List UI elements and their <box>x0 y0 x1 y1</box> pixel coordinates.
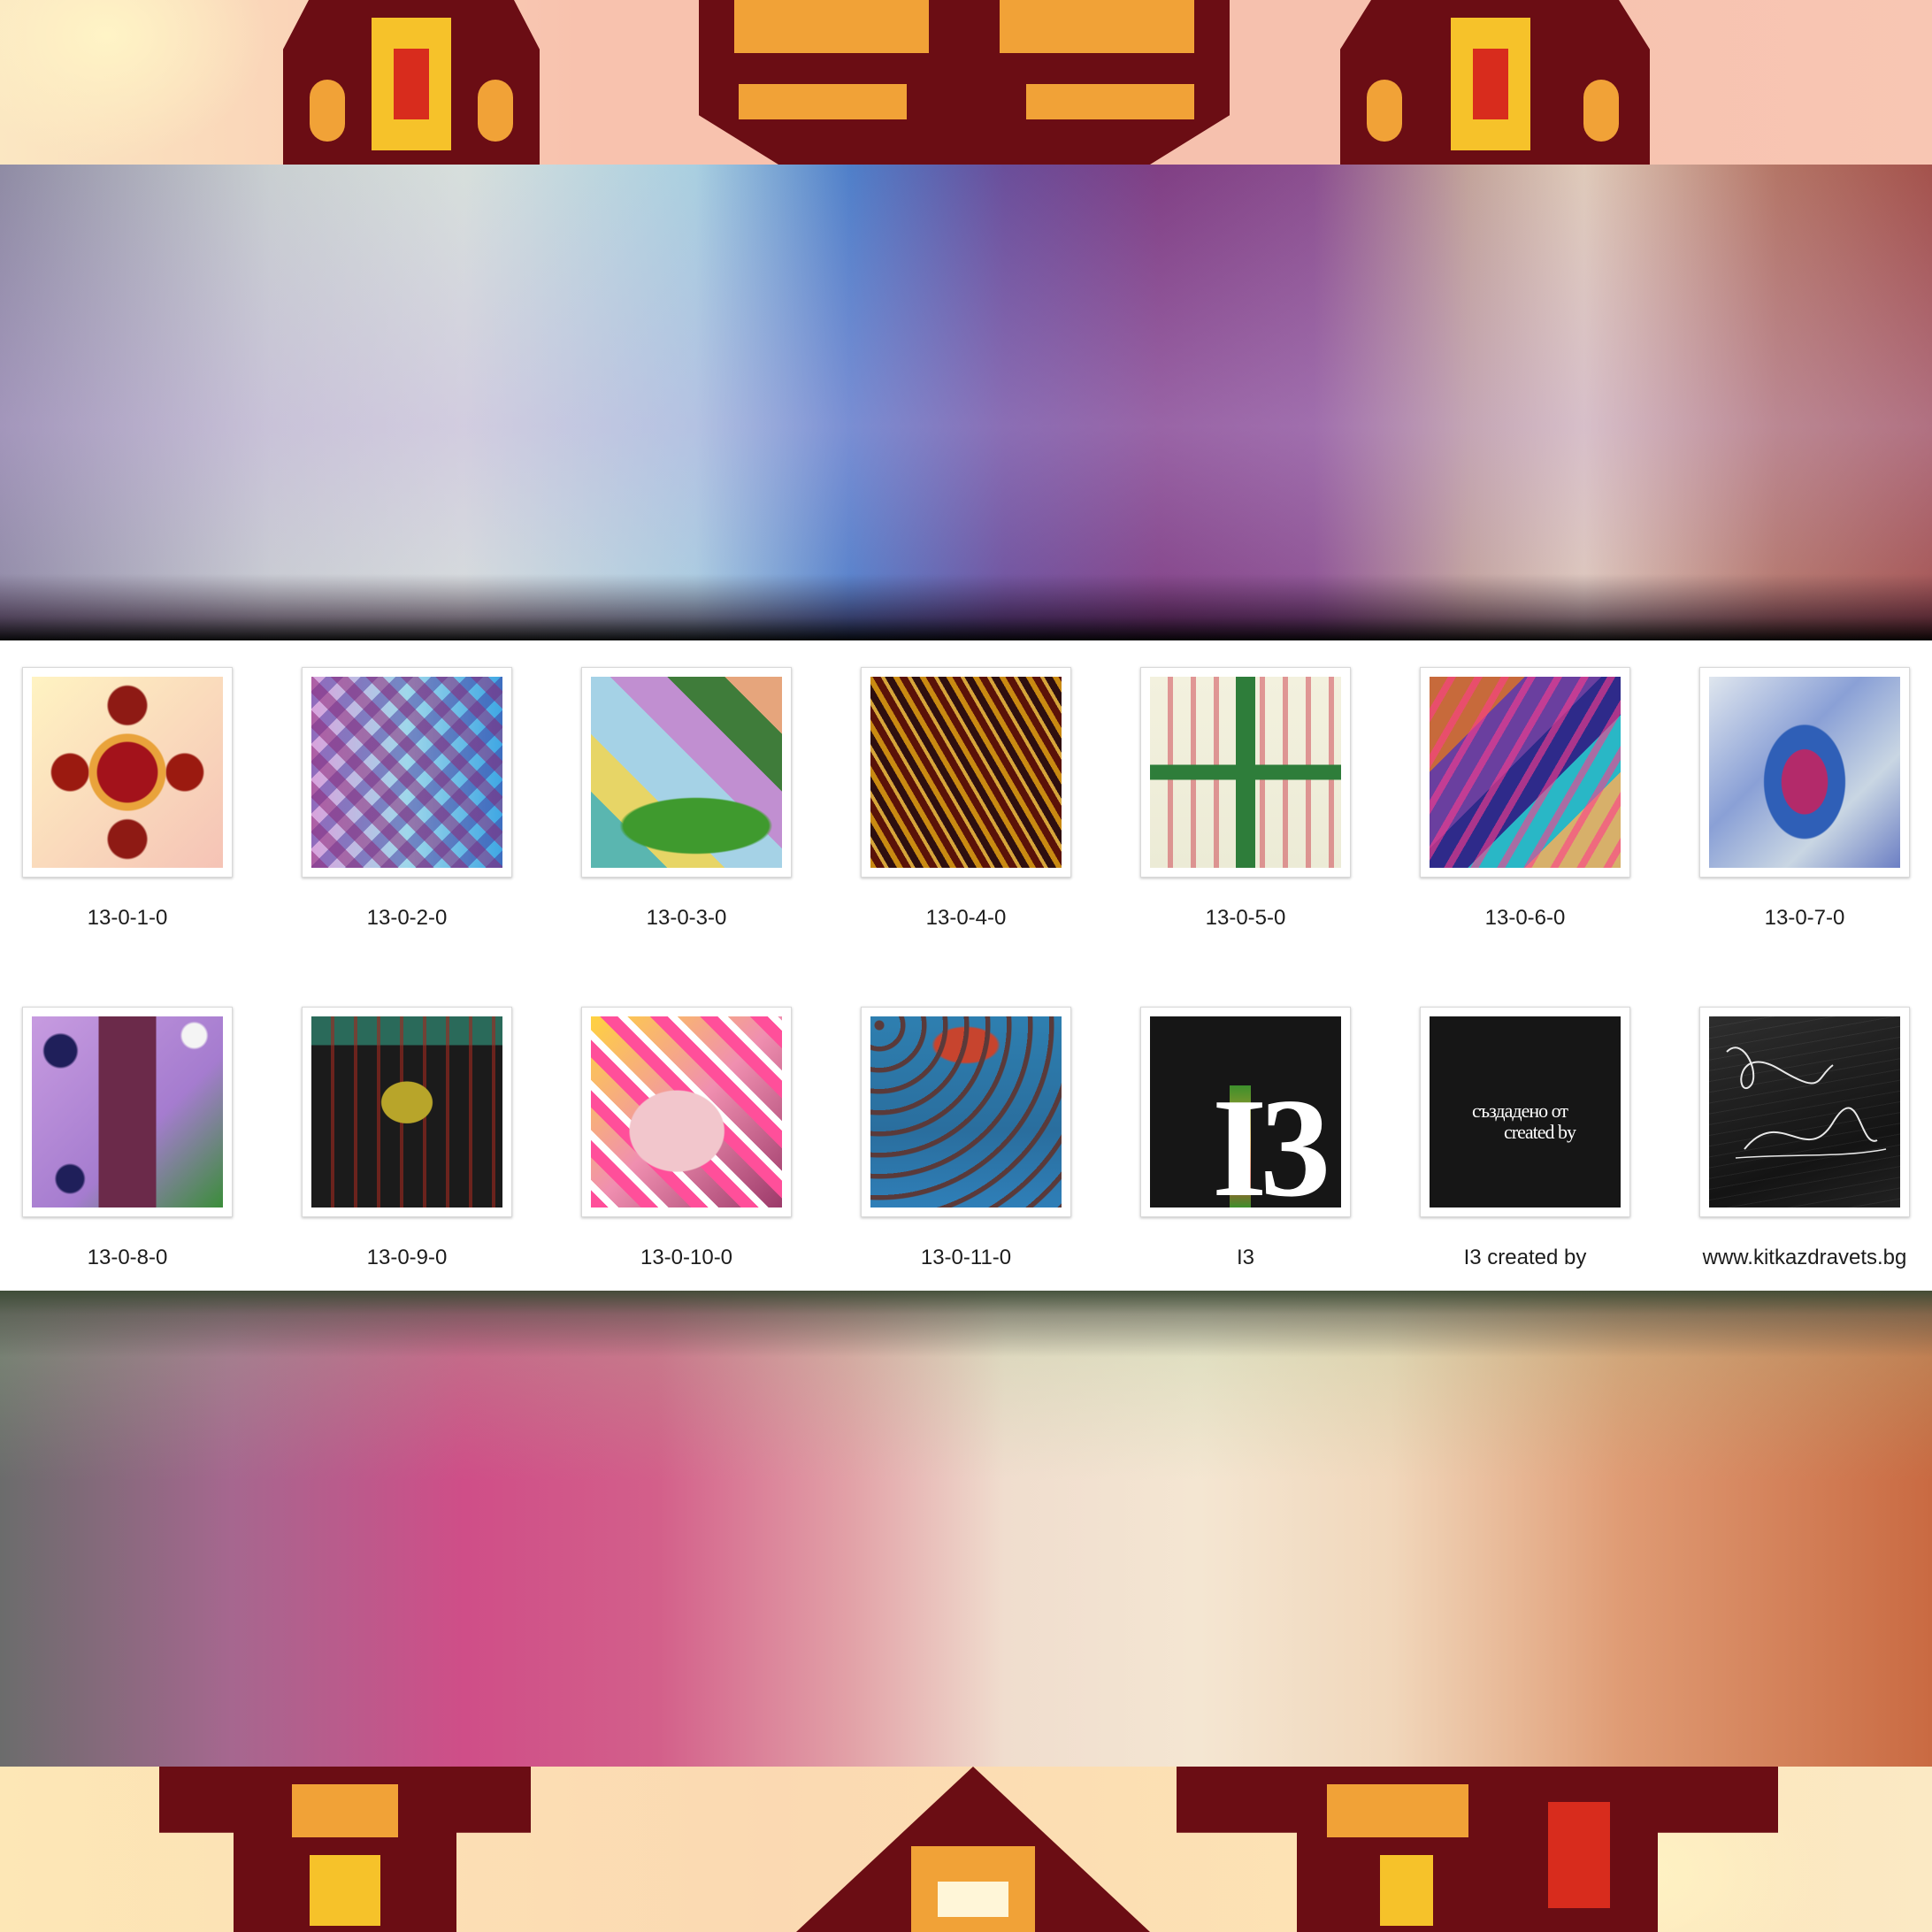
thumbnail-caption: www.kitkazdravets.bg <box>1702 1246 1907 1269</box>
thumbnail-caption: 13-0-7-0 <box>1764 906 1845 930</box>
thumbnail-frame[interactable] <box>1420 667 1630 878</box>
thumbnail-image <box>311 1016 502 1208</box>
thumbnail-caption: 13-0-5-0 <box>1205 906 1286 930</box>
thumbnail-frame[interactable] <box>861 1007 1071 1217</box>
thumbnail-frame[interactable] <box>1699 1007 1910 1217</box>
thumbnail-frame[interactable] <box>302 667 512 878</box>
gallery-item[interactable]: 13-0-1-0 <box>22 640 233 932</box>
gallery-item[interactable]: 13-0-9-0 <box>302 980 512 1272</box>
gallery-item[interactable]: 13-0-10-0 <box>581 980 792 1272</box>
thumbnail-frame[interactable] <box>1699 667 1910 878</box>
gallery-item[interactable]: www.kitkazdravets.bg <box>1699 980 1910 1272</box>
thumbnail-image: създадено от created by <box>1430 1016 1621 1208</box>
thumbnail-image <box>591 677 782 868</box>
top-decorative-pattern <box>0 0 1932 165</box>
thumbnail-frame[interactable] <box>302 1007 512 1217</box>
thumbnail-caption: I3 created by <box>1463 1246 1587 1269</box>
thumbnail-caption: 13-0-1-0 <box>87 906 168 930</box>
thumbnail-image <box>870 677 1062 868</box>
thumbnail-image <box>32 1016 223 1208</box>
gallery-item[interactable]: 13-0-4-0 <box>861 640 1071 932</box>
thumbnail-caption: 13-0-10-0 <box>640 1246 733 1269</box>
top-blurred-background <box>0 165 1932 640</box>
thumbnail-image <box>1709 1016 1900 1208</box>
thumbnail-frame[interactable] <box>581 667 792 878</box>
thumbnail-caption: 13-0-11-0 <box>920 1246 1012 1269</box>
gallery-item[interactable]: 13-0-11-0 <box>861 980 1071 1272</box>
thumbnail-frame[interactable] <box>1140 667 1351 878</box>
gallery-item[interactable]: 13-0-3-0 <box>581 640 792 932</box>
thumbnail-caption: 13-0-2-0 <box>366 906 448 930</box>
gallery-item[interactable]: 13-0-2-0 <box>302 640 512 932</box>
gallery-item[interactable]: 13-0-6-0 <box>1420 640 1630 932</box>
thumbnail-caption: 13-0-6-0 <box>1484 906 1566 930</box>
thumbnail-image <box>870 1016 1062 1208</box>
thumbnail-image <box>1430 677 1621 868</box>
thumbnail-art-text: created by <box>1504 1121 1576 1143</box>
signature-image <box>1726 1046 1887 1159</box>
gallery-item[interactable]: 13-0-8-0 <box>22 980 233 1272</box>
gallery-item[interactable]: 13-0-7-0 <box>1699 640 1910 932</box>
thumbnail-art-text: създадено от <box>1472 1100 1568 1122</box>
thumbnail-caption: I3 <box>1236 1246 1254 1269</box>
thumbnail-art-text: I3 <box>1212 1069 1330 1208</box>
thumbnail-image <box>311 677 502 868</box>
thumbnail-frame[interactable]: I3 <box>1140 1007 1351 1217</box>
thumbnail-caption: 13-0-8-0 <box>87 1246 168 1269</box>
thumbnail-frame[interactable] <box>861 667 1071 878</box>
thumbnail-frame[interactable] <box>22 1007 233 1217</box>
thumbnail-image <box>1150 677 1341 868</box>
bottom-blurred-background <box>0 1291 1932 1767</box>
thumbnail-frame[interactable] <box>581 1007 792 1217</box>
gallery-item[interactable]: I3 I3 <box>1140 980 1351 1272</box>
thumbnail-caption: 13-0-9-0 <box>366 1246 448 1269</box>
thumbnail-image: I3 <box>1150 1016 1341 1208</box>
thumbnail-caption: 13-0-3-0 <box>646 906 727 930</box>
bottom-decorative-pattern <box>0 1767 1932 1932</box>
gallery-item[interactable]: създадено от created by I3 created by <box>1420 980 1630 1272</box>
thumbnail-frame[interactable]: създадено от created by <box>1420 1007 1630 1217</box>
thumbnail-image <box>32 677 223 868</box>
thumbnail-image <box>1709 677 1900 868</box>
thumbnail-image <box>591 1016 782 1208</box>
gallery-item[interactable]: 13-0-5-0 <box>1140 640 1351 932</box>
thumbnail-gallery: 13-0-1-0 13-0-2-0 13-0-3-0 13-0-4-0 13-0… <box>0 640 1932 1291</box>
thumbnail-caption: 13-0-4-0 <box>925 906 1007 930</box>
thumbnail-frame[interactable] <box>22 667 233 878</box>
